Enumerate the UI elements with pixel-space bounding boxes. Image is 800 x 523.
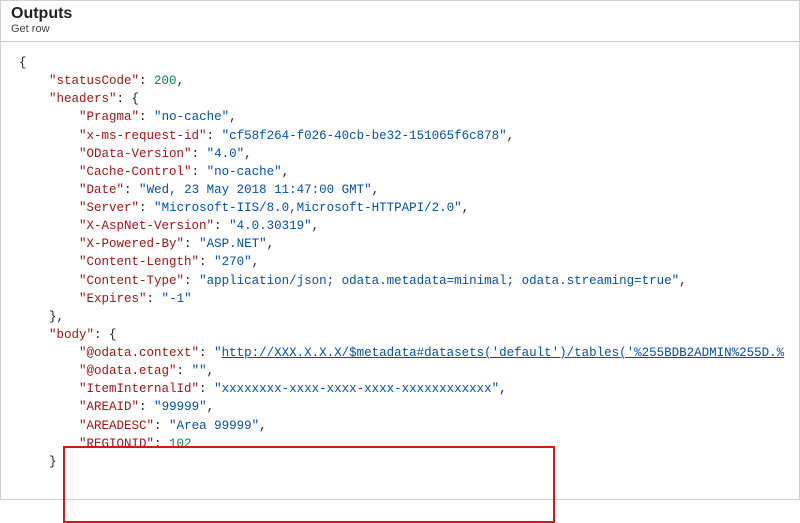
json-string: "Wed, 23 May 2018 11:47:00 GMT" [139, 183, 372, 197]
json-key: "headers" [49, 92, 117, 106]
json-string: "application/json; odata.metadata=minima… [199, 274, 679, 288]
outputs-header: Outputs Get row [1, 1, 799, 42]
json-string: "4.0.30319" [229, 219, 312, 233]
json-string: "" [192, 364, 207, 378]
json-string: "xxxxxxxx-xxxx-xxxx-xxxx-xxxxxxxxxxxx" [214, 382, 499, 396]
json-key: "ItemInternalId" [79, 382, 199, 396]
json-string: "4.0" [207, 147, 245, 161]
json-key: "OData-Version" [79, 147, 192, 161]
highlight-annotation [63, 446, 555, 523]
json-string: "Microsoft-IIS/8.0,Microsoft-HTTPAPI/2.0… [154, 201, 462, 215]
json-string: "Area 99999" [169, 419, 259, 433]
json-key: "AREAID" [79, 400, 139, 414]
json-key: "REGIONID" [79, 437, 154, 451]
json-key: "X-AspNet-Version" [79, 219, 214, 233]
json-key: "@odata.etag" [79, 364, 177, 378]
odata-context-link[interactable]: http://XXX.X.X.X/$metadata#datasets('def… [222, 346, 785, 360]
json-key: "statusCode" [49, 74, 139, 88]
json-key: "Expires" [79, 292, 147, 306]
json-key: "Content-Length" [79, 255, 199, 269]
json-key: "Cache-Control" [79, 165, 192, 179]
json-number: 102 [169, 437, 192, 451]
json-key: "AREADESC" [79, 419, 154, 433]
json-key: "x-ms-request-id" [79, 129, 207, 143]
json-string: "no-cache" [154, 110, 229, 124]
json-string: "270" [214, 255, 252, 269]
json-key: "body" [49, 328, 94, 342]
panel-title: Outputs [11, 5, 789, 23]
json-string: "-1" [162, 292, 192, 306]
json-string: "ASP.NET" [199, 237, 267, 251]
json-output: { "statusCode": 200, "headers": { "Pragm… [1, 42, 799, 503]
json-key: "X-Powered-By" [79, 237, 184, 251]
json-string: "http://XXX.X.X.X/$metadata#datasets('de… [214, 346, 784, 360]
json-key: "Content-Type" [79, 274, 184, 288]
json-key: "Pragma" [79, 110, 139, 124]
json-string: "99999" [154, 400, 207, 414]
json-string: "cf58f264-f026-40cb-be32-151065f6c878" [222, 129, 507, 143]
json-key: "Date" [79, 183, 124, 197]
json-string: "no-cache" [207, 165, 282, 179]
json-number: 200 [154, 74, 177, 88]
json-key: "@odata.context" [79, 346, 199, 360]
json-key: "Server" [79, 201, 139, 215]
panel-subtitle: Get row [11, 23, 789, 35]
